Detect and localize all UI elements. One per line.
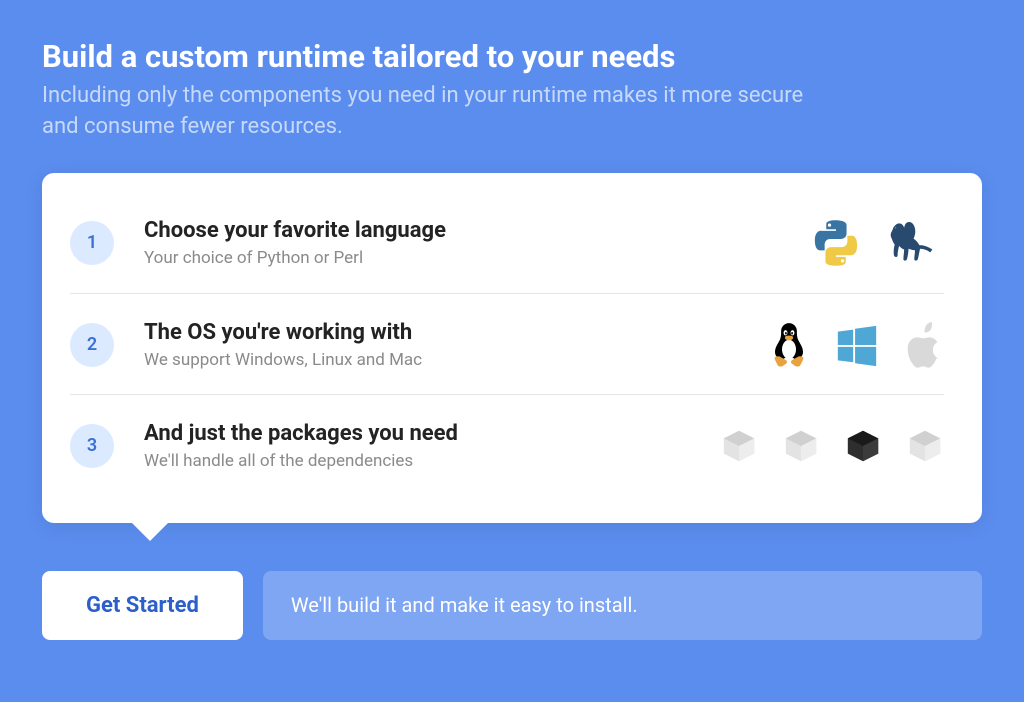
step-title: The OS you're working with (144, 320, 768, 345)
windows-icon (834, 322, 880, 368)
step-subtitle: We support Windows, Linux and Mac (144, 350, 768, 370)
step-icons-os (768, 321, 944, 369)
python-icon (810, 217, 862, 269)
step-number-badge: 2 (70, 323, 114, 367)
package-icon (720, 427, 758, 465)
step-number-badge: 3 (70, 424, 114, 468)
package-icon (782, 427, 820, 465)
linux-tux-icon (768, 321, 810, 369)
step-title: And just the packages you need (144, 421, 720, 446)
page-container: Build a custom runtime tailored to your … (0, 0, 1024, 680)
get-started-button[interactable]: Get Started (42, 571, 243, 640)
step-icons-languages (810, 217, 944, 269)
steps-card: 1 Choose your favorite language Your cho… (42, 173, 982, 523)
step-title: Choose your favorite language (144, 218, 810, 243)
step-row-1: 1 Choose your favorite language Your cho… (70, 191, 944, 294)
page-subtitle: Including only the components you need i… (42, 81, 842, 143)
step-subtitle: Your choice of Python or Perl (144, 248, 810, 268)
step-row-2: 2 The OS you're working with We support … (70, 294, 944, 395)
info-banner: We'll build it and make it easy to insta… (263, 571, 982, 640)
page-title: Build a custom runtime tailored to your … (42, 38, 982, 75)
step-text: The OS you're working with We support Wi… (144, 320, 768, 370)
package-icon (906, 427, 944, 465)
step-subtitle: We'll handle all of the dependencies (144, 451, 720, 471)
package-icon-selected (844, 427, 882, 465)
step-row-3: 3 And just the packages you need We'll h… (70, 395, 944, 495)
cta-row: Get Started We'll build it and make it e… (42, 571, 982, 640)
apple-icon (904, 322, 944, 368)
step-icons-packages (720, 427, 944, 465)
perl-camel-icon (886, 217, 944, 269)
step-text: And just the packages you need We'll han… (144, 421, 720, 471)
step-number-badge: 1 (70, 221, 114, 265)
step-text: Choose your favorite language Your choic… (144, 218, 810, 268)
